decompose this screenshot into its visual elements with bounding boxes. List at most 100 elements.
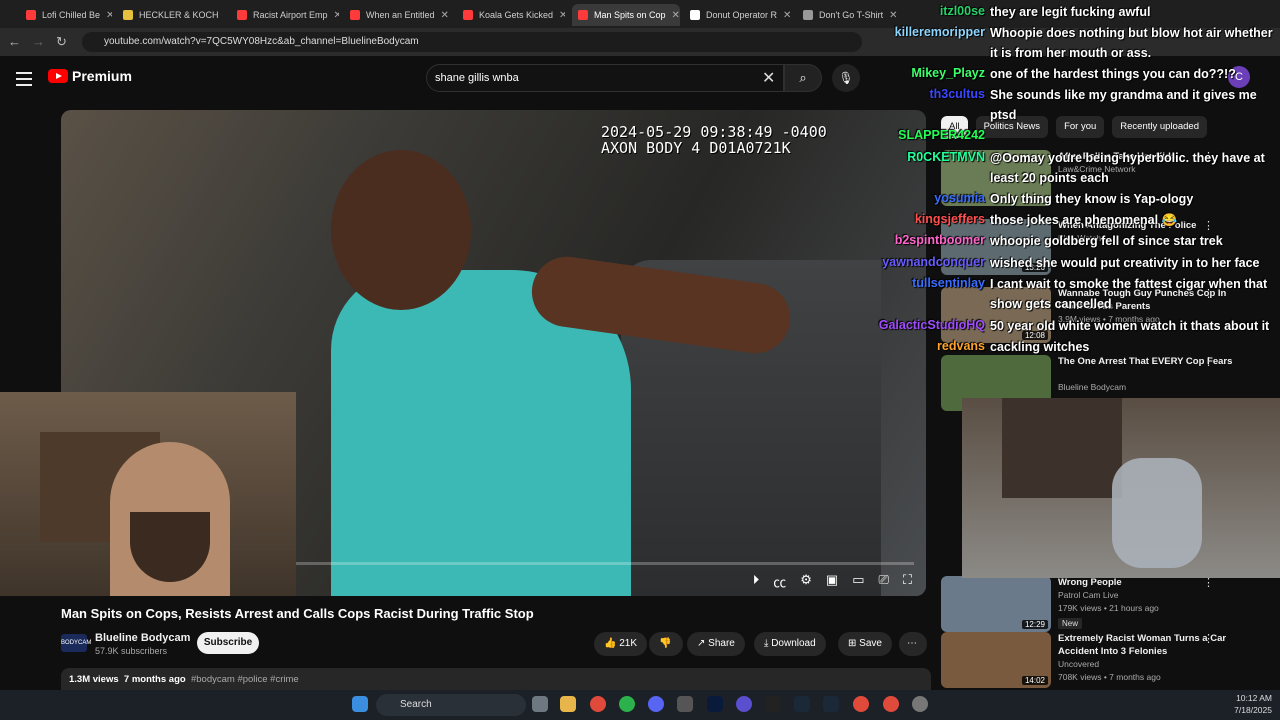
youtube-logo[interactable]: Premium xyxy=(48,68,132,84)
chat-text: wished she would put creativity in to he… xyxy=(990,256,1260,270)
miniplayer-icon[interactable]: ▣ xyxy=(826,572,838,591)
description-box[interactable]: 1.3M views 7 months ago #bodycam #police… xyxy=(61,668,931,690)
tab-close-icon[interactable]: ✕ xyxy=(328,10,339,21)
download-button[interactable]: ⤓ Download xyxy=(754,632,826,656)
recommendation-channel[interactable]: Uncovered xyxy=(1058,659,1099,669)
theater-mode-icon[interactable]: ▭ xyxy=(852,572,864,591)
save-icon: ⊞ xyxy=(848,638,860,649)
captions-icon[interactable]: ㏄ xyxy=(773,572,786,591)
system-tray-clock[interactable]: 10:12 AM 7/18/2025 xyxy=(1234,692,1272,716)
search-button[interactable]: ⌕ xyxy=(784,64,822,92)
channel-subscribers: 57.9K subscribers xyxy=(95,646,168,656)
view-count: 1.3M views xyxy=(69,674,119,685)
taskbar-search[interactable]: Search xyxy=(376,694,526,716)
channel-name[interactable]: Blueline Bodycam xyxy=(95,632,190,644)
browser-tab[interactable]: Donut Operator R ✕ xyxy=(684,4,792,26)
voice-search-button[interactable]: 🎙 xyxy=(832,64,860,92)
recommendation-channel[interactable]: Patrol Cam Live xyxy=(1058,590,1118,600)
recommendation-item[interactable]: 14:02 Extremely Racist Woman Turns a Car … xyxy=(941,632,1271,688)
recommendation-item[interactable]: 12:29 Wrong People Patrol Cam Live 179K vie… xyxy=(941,576,1271,632)
tab-favicon-icon xyxy=(803,10,813,20)
chat-username: Mikey_Playz xyxy=(911,66,985,80)
tab-close-icon[interactable]: ✕ xyxy=(553,10,565,21)
thumbs-up-icon: 👍 xyxy=(604,638,620,649)
chat-username: kingsjeffers xyxy=(914,212,985,226)
tab-label: Racist Airport Emp xyxy=(253,10,328,20)
back-icon[interactable]: ← xyxy=(8,34,21,49)
clear-search-icon[interactable]: ✕ xyxy=(762,68,775,88)
chrome-icon[interactable] xyxy=(590,696,606,712)
chrome-3-icon[interactable] xyxy=(883,696,899,712)
chat-text: cackling witches xyxy=(990,340,1090,354)
chat-username: yosumia xyxy=(934,191,985,205)
url-field[interactable]: youtube.com/watch?v=7QC5WY08Hzc&ab_chann… xyxy=(82,32,862,52)
recommendation-meta: 708K views • 7 months ago xyxy=(1058,672,1161,682)
discord-icon[interactable] xyxy=(648,696,664,712)
browser-tab[interactable]: Koala Gets Kicked ✕ xyxy=(457,4,565,26)
more-actions-button[interactable]: ⋯ xyxy=(899,632,927,656)
tab-label: Donut Operator R xyxy=(706,10,778,20)
tab-close-icon[interactable]: ✕ xyxy=(666,10,680,21)
stream-chat-overlay: itzl00se they are legit fucking awful kill… xyxy=(860,0,1280,360)
forward-icon[interactable]: → xyxy=(32,34,45,49)
taskbar-search-label: Search xyxy=(400,699,432,710)
chat-text: whoopie goldberg fell of since star trek xyxy=(990,234,1223,248)
steam-2-icon[interactable] xyxy=(823,696,839,712)
recommendation-thumbnail[interactable]: 14:02 xyxy=(941,632,1051,688)
browser-tab[interactable]: When an Entitled ✕ xyxy=(344,4,452,26)
cast-icon[interactable]: ⎚ xyxy=(878,572,888,591)
download-label: Download xyxy=(771,638,816,649)
tab-favicon-icon xyxy=(237,10,247,20)
like-button[interactable]: 👍 21K xyxy=(594,632,648,656)
settings-icon[interactable] xyxy=(912,696,928,712)
recommendation-menu-icon[interactable]: ⋮ xyxy=(1203,632,1214,645)
browser-tab[interactable]: Racist Airport Emp ✕ xyxy=(231,4,339,26)
tab-close-icon[interactable]: ✕ xyxy=(100,10,112,21)
settings-gear-icon[interactable]: ⚙ xyxy=(800,572,812,591)
file-explorer-icon[interactable] xyxy=(560,696,576,712)
recommendation-title[interactable]: Extremely Racist Woman Turns a Car Accid… xyxy=(1058,632,1248,658)
spotify-icon[interactable] xyxy=(619,696,635,712)
recommendation-thumbnail[interactable]: 12:29 xyxy=(941,576,1051,632)
tab-label: Lofi Chilled Be xyxy=(42,10,101,20)
tab-label: Koala Gets Kicked xyxy=(479,10,554,20)
save-button[interactable]: ⊞ Save xyxy=(838,632,892,656)
obs-icon[interactable] xyxy=(677,696,693,712)
browser-tab[interactable]: HECKLER & KOCH✕ xyxy=(117,4,225,26)
autoplay-toggle-icon[interactable]: ⏵ xyxy=(753,572,760,591)
upload-age: 7 months ago xyxy=(123,674,186,685)
channel-avatar[interactable]: BODYCAM xyxy=(61,634,91,652)
subscribe-button[interactable]: Subscribe xyxy=(197,632,259,654)
browser-tab[interactable]: Man Spits on Cop ✕ xyxy=(572,4,680,26)
steam-icon[interactable] xyxy=(794,696,810,712)
new-badge: New xyxy=(1058,618,1083,629)
recommendation-channel[interactable]: Blueline Bodycam xyxy=(1058,382,1126,392)
share-button[interactable]: ↗ Share xyxy=(687,632,745,656)
task-view-icon[interactable] xyxy=(532,696,548,712)
tab-favicon-icon xyxy=(123,10,133,20)
app-icon[interactable] xyxy=(765,696,781,712)
windows-start-icon[interactable] xyxy=(352,696,368,712)
chat-username: tullsentinlay xyxy=(912,276,985,290)
chat-username: redvans xyxy=(937,339,985,353)
hashtags[interactable]: #bodycam #police #crime xyxy=(191,674,299,685)
chrome-2-icon[interactable] xyxy=(853,696,869,712)
tab-close-icon[interactable]: ✕ xyxy=(777,10,791,21)
chat-text: She sounds like my grandma and it gives … xyxy=(990,88,1257,122)
save-label: Save xyxy=(859,638,882,649)
thumbs-down-icon: 👎 xyxy=(659,638,672,649)
chat-text: they are legit fucking awful xyxy=(990,5,1151,19)
vpn-icon[interactable] xyxy=(736,696,752,712)
tab-close-icon[interactable]: ✕ xyxy=(435,10,449,21)
share-icon: ↗ xyxy=(697,638,709,649)
tab-close-icon[interactable]: ✕ xyxy=(219,10,226,21)
chat-text: I cant wait to smoke the fattest cigar w… xyxy=(990,277,1268,311)
menu-icon[interactable] xyxy=(16,72,32,90)
dislike-button[interactable]: 👎 xyxy=(649,632,683,656)
fullscreen-icon[interactable]: ⛶ xyxy=(903,572,912,591)
photoshop-icon[interactable] xyxy=(707,696,723,712)
reload-icon[interactable]: ↻ xyxy=(56,34,67,50)
search-input[interactable]: shane gillis wnba xyxy=(426,64,784,92)
browser-tab[interactable]: Lofi Chilled Be ✕ xyxy=(20,4,112,26)
like-count: 21K xyxy=(619,638,638,649)
